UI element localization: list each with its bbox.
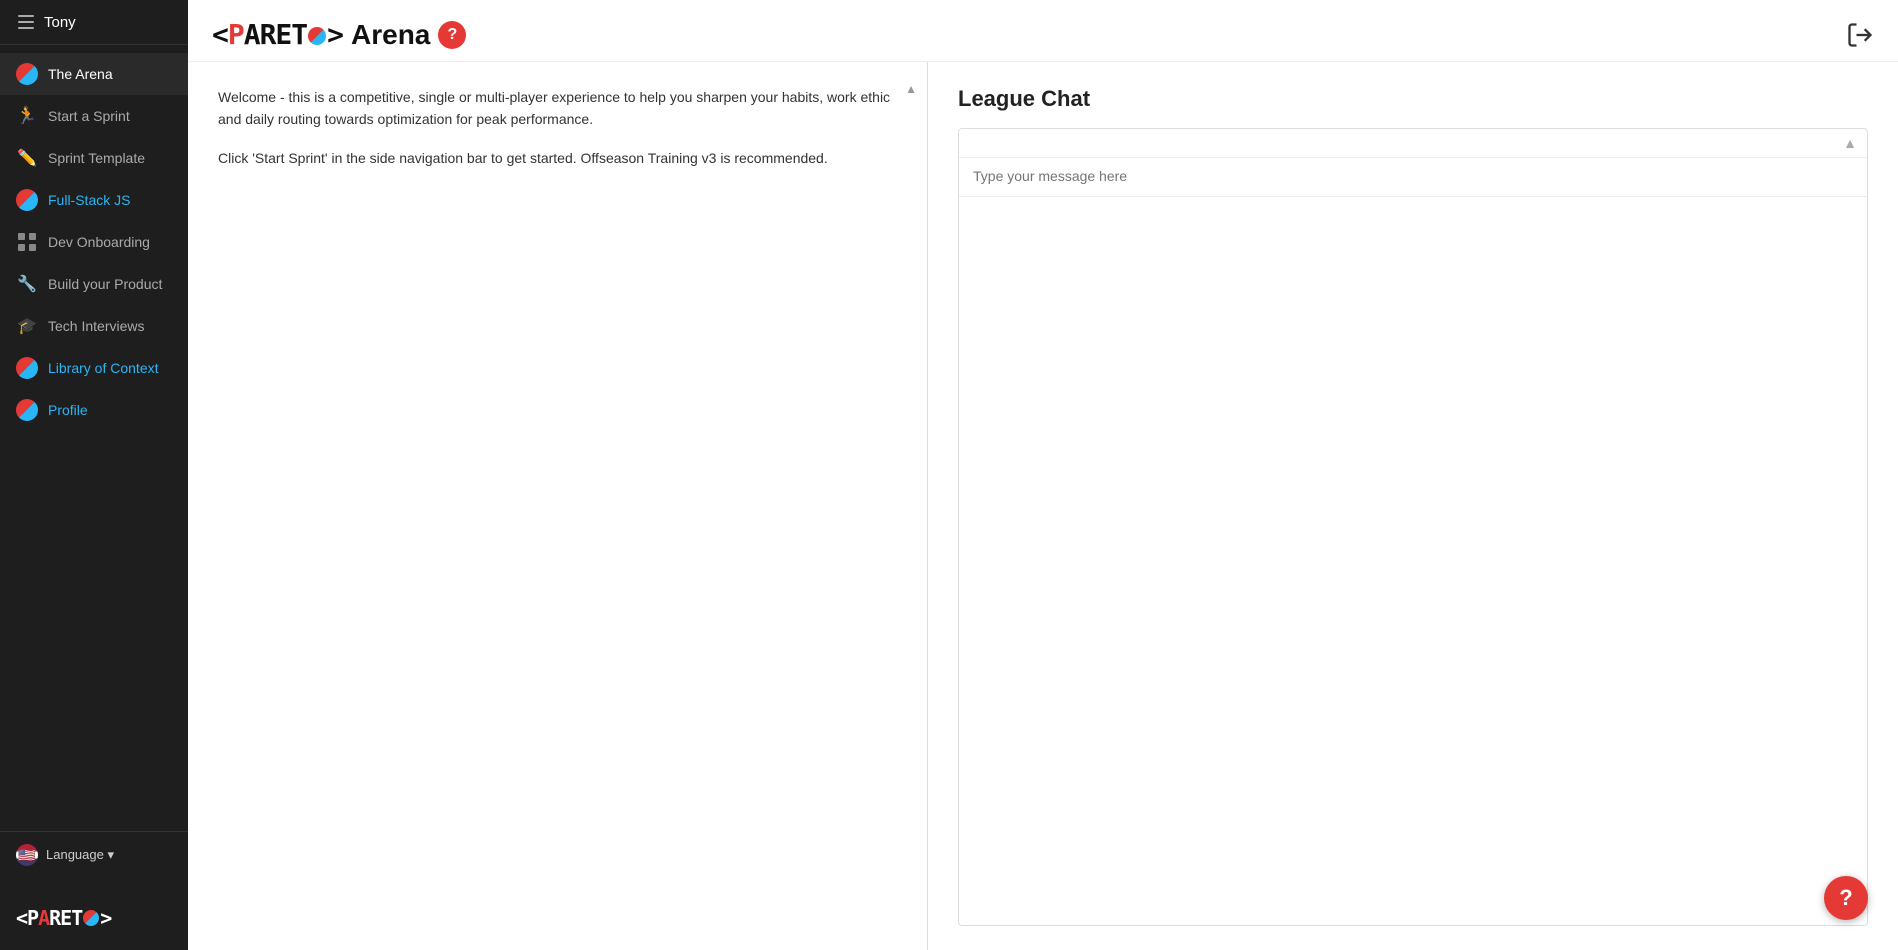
- league-chat-title: League Chat: [958, 86, 1868, 112]
- pencil-icon: ✏️: [16, 147, 38, 169]
- logout-button[interactable]: [1846, 21, 1874, 49]
- run-icon: 🏃: [16, 105, 38, 127]
- main-header: <PARET> Arena ?: [188, 0, 1898, 62]
- sidebar-username: Tony: [44, 14, 76, 31]
- pareto-icon-library: [16, 357, 38, 379]
- nav-label-dev-onboarding: Dev Onboarding: [48, 234, 150, 250]
- header-help-icon[interactable]: ?: [438, 21, 466, 49]
- sidebar: Tony The Arena 🏃 Start a Sprint ✏️ Sprin…: [0, 0, 188, 950]
- nav-label-sprint-template: Sprint Template: [48, 150, 145, 166]
- chat-expand-icon[interactable]: ▲: [1843, 135, 1857, 151]
- content-area: Welcome - this is a competitive, single …: [188, 62, 1898, 950]
- chat-messages: [959, 197, 1867, 925]
- arena-title: Arena: [351, 19, 430, 51]
- wrench-icon: 🔧: [16, 273, 38, 295]
- sidebar-header: Tony: [0, 0, 188, 45]
- nav-label-library-of-context: Library of Context: [48, 360, 159, 376]
- nav-label-build-your-product: Build your Product: [48, 276, 162, 292]
- welcome-text-1: Welcome - this is a competitive, single …: [218, 86, 897, 131]
- nav-label-profile: Profile: [48, 402, 88, 418]
- nav-label-the-arena: The Arena: [48, 66, 113, 82]
- grid-icon: [16, 231, 38, 253]
- sidebar-item-build-your-product[interactable]: 🔧 Build your Product: [0, 263, 188, 305]
- sidebar-item-full-stack-js[interactable]: Full-Stack JS: [0, 179, 188, 221]
- pareto-icon-profile: [16, 399, 38, 421]
- scroll-indicator: ▲: [905, 82, 917, 96]
- chat-container: ▲: [958, 128, 1868, 926]
- sidebar-item-sprint-template[interactable]: ✏️ Sprint Template: [0, 137, 188, 179]
- mortarboard-icon: 🎓: [16, 315, 38, 337]
- sidebar-item-library-of-context[interactable]: Library of Context: [0, 347, 188, 389]
- page-title-area: <PARET> Arena ?: [212, 18, 466, 51]
- nav-label-start-a-sprint: Start a Sprint: [48, 108, 130, 124]
- sidebar-logo: <PARET>: [0, 886, 188, 950]
- floating-help-button[interactable]: ?: [1824, 876, 1868, 920]
- menu-icon[interactable]: [16, 12, 36, 32]
- main-content: <PARET> Arena ? Welcome - this is a comp…: [188, 0, 1898, 950]
- sidebar-item-dev-onboarding[interactable]: Dev Onboarding: [0, 221, 188, 263]
- language-button[interactable]: Language ▾: [46, 847, 114, 863]
- nav-label-full-stack-js: Full-Stack JS: [48, 192, 130, 208]
- sidebar-language-section: 🇺🇸 Language ▾: [0, 831, 188, 886]
- sidebar-item-the-arena[interactable]: The Arena: [0, 53, 188, 95]
- right-panel: League Chat ▲: [928, 62, 1898, 950]
- chat-top-bar: ▲: [959, 129, 1867, 158]
- flag-icon: 🇺🇸: [16, 844, 38, 866]
- pareto-logo: <PARET>: [212, 18, 343, 51]
- chat-input[interactable]: [973, 168, 1853, 184]
- pareto-icon-arena: [16, 63, 38, 85]
- pareto-icon-fullstack: [16, 189, 38, 211]
- sidebar-item-start-a-sprint[interactable]: 🏃 Start a Sprint: [0, 95, 188, 137]
- chat-input-area[interactable]: [959, 158, 1867, 197]
- welcome-text-2: Click 'Start Sprint' in the side navigat…: [218, 147, 897, 169]
- sidebar-nav: The Arena 🏃 Start a Sprint ✏️ Sprint Tem…: [0, 45, 188, 831]
- sidebar-item-tech-interviews[interactable]: 🎓 Tech Interviews: [0, 305, 188, 347]
- sidebar-item-profile[interactable]: Profile: [0, 389, 188, 431]
- left-panel: Welcome - this is a competitive, single …: [188, 62, 928, 950]
- nav-label-tech-interviews: Tech Interviews: [48, 318, 144, 334]
